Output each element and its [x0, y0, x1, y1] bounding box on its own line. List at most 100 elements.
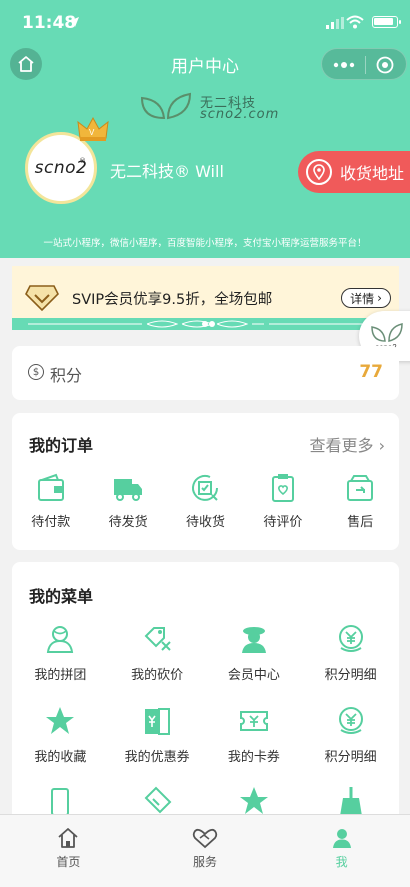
mini-program-capsule [321, 48, 407, 80]
chevron-right-icon: › [378, 436, 385, 455]
card-voucher-icon [239, 711, 268, 731]
chevron-right-icon: › [377, 291, 382, 305]
address-button-label: 收货地址 [340, 164, 405, 183]
menu-item-points-detail-2[interactable]: 积分明细 [302, 704, 399, 765]
yen-coin-icon [338, 707, 363, 734]
user-icon [332, 829, 351, 848]
menu-item-9[interactable] [12, 784, 109, 818]
order-item-after-sale[interactable]: 售后 [322, 471, 399, 530]
avatar-registered-mark: ® [79, 157, 86, 165]
status-bar: 11:48 [0, 0, 410, 44]
menu-item-card-vouchers[interactable]: 我的卡券 [206, 704, 303, 765]
after-sale-icon [347, 475, 374, 501]
points-label: 积分 [50, 366, 83, 385]
menu-item-label: 积分明细 [324, 750, 377, 765]
capsule-divider [365, 56, 366, 74]
menu-item-points-detail[interactable]: 积分明细 [302, 622, 399, 683]
menu-item-12[interactable] [302, 784, 399, 818]
more-menu-button[interactable] [331, 57, 357, 73]
menu-item-11[interactable] [206, 784, 303, 818]
yen-coin-icon [338, 625, 363, 652]
star-icon [239, 787, 268, 814]
tab-services[interactable]: 服务 [137, 815, 274, 887]
star-icon [46, 707, 75, 734]
order-item-pending-payment[interactable]: 待付款 [12, 471, 89, 530]
crown-icon: V [77, 116, 109, 141]
menu-item-label: 积分明细 [324, 668, 377, 683]
battery-icon [372, 16, 401, 28]
menu-item-group-buy[interactable]: 我的拼团 [12, 622, 109, 683]
menu-grid-row-3 [12, 784, 399, 818]
user-name: 无二科技® Will [110, 162, 224, 181]
menu-title: 我的菜单 [29, 587, 94, 606]
member-icon [241, 627, 266, 653]
menu-item-member-center[interactable]: 会员中心 [206, 622, 303, 683]
points-value: 77 [359, 362, 383, 382]
menu-card: 我的菜单 我的拼团 我的砍价 会员中心 积分明细 我的收藏 我的优惠券 我的卡券… [12, 562, 399, 822]
orders-title: 我的订单 [29, 436, 94, 455]
menu-item-label: 会员中心 [227, 668, 280, 683]
svip-detail-button[interactable]: 详情 › [341, 288, 391, 308]
tab-bar: 首页 服务 我 [0, 814, 410, 887]
slogan-text: 一站式小程序，微信小程序，百度智能小程序，支付宝小程序运营服务平台！ [43, 238, 367, 249]
order-item-label: 待评价 [263, 515, 303, 530]
signal-icon [326, 17, 344, 29]
menu-item-10[interactable] [109, 784, 206, 818]
order-item-label: 待收货 [185, 515, 225, 530]
menu-item-label: 我的卡券 [227, 750, 280, 765]
menu-item-label: 我的砍价 [131, 668, 184, 683]
home-icon [58, 828, 78, 848]
brand-logo: 无二科技 scno2.com [138, 90, 298, 126]
tab-label: 首页 [56, 855, 81, 869]
vip-diamond-icon [25, 285, 59, 312]
order-item-pending-review[interactable]: 待评价 [244, 471, 321, 530]
dollar-coin-icon: $ [28, 364, 44, 380]
menu-grid-row-2: 我的收藏 我的优惠券 我的卡券 积分明细 [12, 704, 399, 765]
tab-label: 服务 [193, 855, 218, 869]
truck-icon [114, 479, 143, 501]
location-arrow-icon [69, 17, 79, 27]
menu-item-label: 我的收藏 [34, 750, 87, 765]
points-card[interactable]: $ 积分 77 [12, 346, 399, 400]
orders-more-label: 查看更多 [309, 436, 374, 455]
svg-text:V: V [89, 128, 95, 137]
menu-item-coupons[interactable]: 我的优惠券 [109, 704, 206, 765]
phone-icon [51, 788, 70, 816]
broom-icon [339, 787, 362, 816]
more-dots-icon [333, 62, 355, 68]
svip-detail-label: 详情 [350, 291, 375, 306]
close-mini-program-button[interactable] [376, 56, 394, 74]
wallet-icon [37, 473, 64, 501]
bargain-icon [144, 627, 171, 651]
order-item-pending-shipment[interactable]: 待发货 [89, 471, 166, 530]
menu-item-bargain[interactable]: 我的砍价 [109, 622, 206, 683]
tab-me[interactable]: 我 [273, 815, 410, 887]
group-icon [47, 626, 74, 653]
location-pin-icon [306, 159, 332, 185]
tab-label: 我 [335, 855, 348, 869]
menu-item-label: 我的拼团 [34, 668, 87, 683]
address-button[interactable]: 收货地址 [298, 151, 410, 193]
profile-header: 11:48 用户中心 无二科技 scno2.com scno2 ® V 无二科技… [0, 0, 410, 258]
menu-item-favorites[interactable]: 我的收藏 [12, 704, 109, 765]
avatar[interactable]: scno2 ® [25, 132, 97, 204]
orders-more-link[interactable]: 查看更多 › [309, 432, 385, 456]
menu-grid-row-1: 我的拼团 我的砍价 会员中心 积分明细 [12, 622, 399, 683]
order-item-pending-receipt[interactable]: 待收货 [167, 471, 244, 530]
menu-item-label: 我的优惠券 [124, 750, 190, 765]
receive-icon [192, 474, 219, 501]
orders-grid: 待付款 待发货 待收货 待评价 售后 [12, 471, 399, 530]
coupon-icon [145, 708, 171, 735]
review-icon [271, 474, 294, 502]
wifi-icon [346, 15, 364, 29]
brand-name-en: scno2.com [200, 107, 280, 122]
leaf-logo-icon [140, 92, 192, 120]
order-item-label: 待付款 [31, 515, 71, 530]
svip-banner[interactable]: SVIP会员优享9.5折，全场包邮 详情 › [12, 266, 399, 330]
orders-card: 我的订单 查看更多 › 待付款 待发货 待收货 待评价 售后 [12, 413, 399, 550]
svip-decoration [28, 320, 383, 328]
handshake-icon [192, 828, 218, 849]
tab-home[interactable]: 首页 [0, 815, 137, 887]
order-item-label: 售后 [347, 515, 374, 530]
target-icon [376, 56, 394, 74]
